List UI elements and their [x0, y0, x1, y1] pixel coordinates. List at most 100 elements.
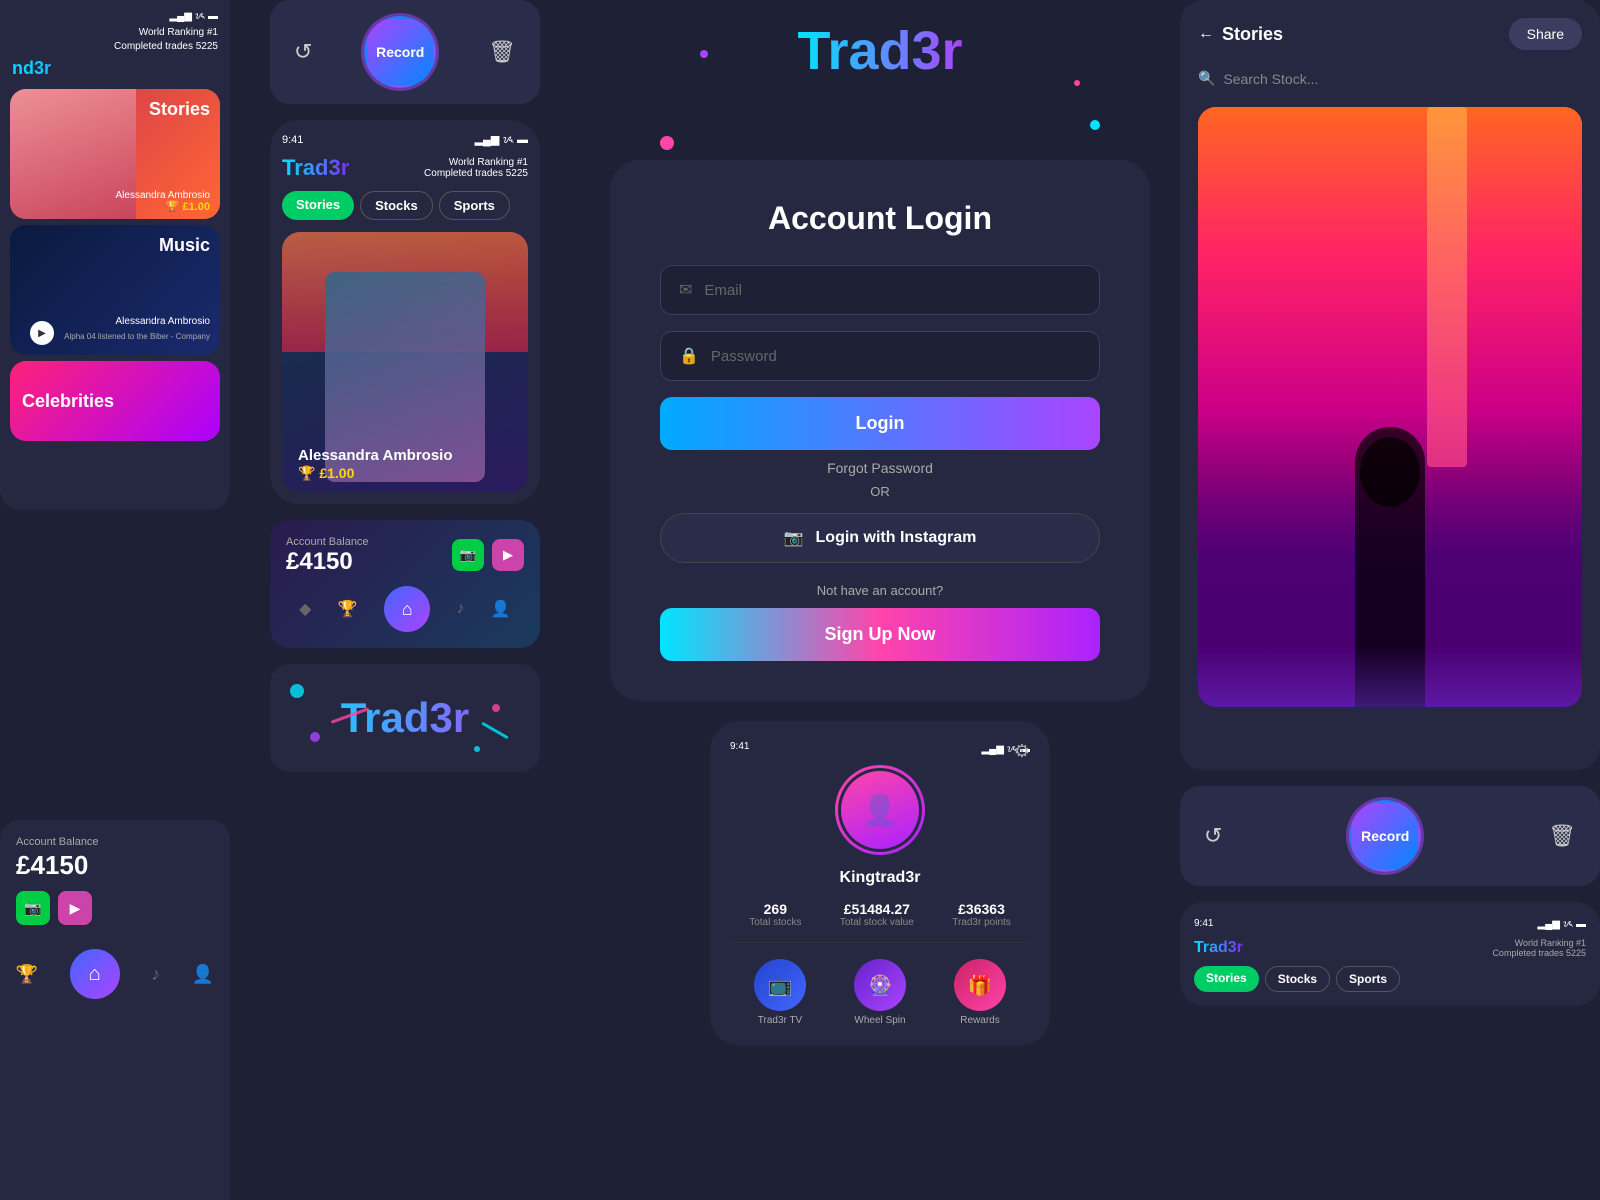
tab-sports-col2[interactable]: Sports	[439, 191, 510, 220]
email-field[interactable]: ✉ Email	[660, 265, 1100, 315]
login-title: Account Login	[660, 200, 1100, 237]
delete-icon[interactable]: 🗑	[488, 39, 516, 65]
username-col3: Kingtrad3r	[730, 869, 1030, 887]
play-icon-bal[interactable]: ▶	[492, 539, 524, 571]
trophy-icon: 🏆	[16, 964, 38, 985]
action-wheel[interactable]: 🎡 Wheel Spin	[854, 959, 906, 1026]
stories-label: Stories	[149, 99, 210, 120]
column-2: ↺ Record 🗑 9:41 ▂▄▆ ᝰ ▬ Trad3r World Ran…	[270, 0, 540, 1200]
profile-panel-col3: 9:41 ▂▄▆ ᝰ ▬ ⚙ 👤 Kingtrad3r 269 Total st…	[710, 721, 1050, 1046]
home-button[interactable]: ⌂	[70, 949, 120, 999]
record-toolbar-col4: ↺ Record 🗑	[1180, 786, 1600, 886]
top-deco-col3: Trad3r	[580, 0, 1180, 180]
signup-button[interactable]: Sign Up Now	[660, 608, 1100, 661]
account-icons-row: 📷 ▶	[0, 891, 230, 941]
search-icon: 🔍	[1198, 70, 1215, 87]
music-label: Music	[159, 235, 210, 256]
account-panel-col1: Account Balance £4150 📷 ▶ 🏆 ⌂ ♪ 👤	[0, 820, 230, 1200]
tab-stories-col2[interactable]: Stories	[282, 191, 354, 220]
lock-icon: 🔒	[679, 346, 699, 366]
stats-row-col3: 269 Total stocks £51484.27 Total stock v…	[730, 901, 1030, 943]
tab-stocks-mp4[interactable]: Stocks	[1265, 966, 1330, 992]
play-button-acct[interactable]: ▶	[58, 891, 92, 925]
celeb-label: Celebrities	[10, 391, 114, 412]
balance-card-col2: Account Balance £4150 📷 ▶ ◆ 🏆 ⌂ ♪ 👤	[270, 520, 540, 648]
back-arrow-icon: ←	[1198, 25, 1214, 43]
tab-sports-mp4[interactable]: Sports	[1336, 966, 1400, 992]
gift-icon: 🎁	[954, 959, 1006, 1011]
tab-stories-mp4[interactable]: Stories	[1194, 966, 1259, 992]
avatar-col3: 👤	[841, 771, 919, 849]
settings-icon[interactable]: ⚙	[1014, 741, 1030, 762]
profile-card-col2: Alessandra Ambrosio 🏆 £1.00	[282, 232, 528, 492]
status-bar-col2: 9:41 ▂▄▆ ᝰ ▬	[282, 132, 528, 147]
camera-button[interactable]: 📷	[16, 891, 50, 925]
actions-row-col3: 📺 Trad3r TV 🎡 Wheel Spin 🎁 Rewards	[730, 959, 1030, 1026]
email-placeholder: Email	[704, 282, 1081, 299]
trophy-icon-bal: 🏆	[338, 599, 358, 619]
email-icon: ✉	[679, 280, 692, 300]
record-button-col2[interactable]: Record	[364, 16, 436, 88]
signal-wifi-battery: ▂▄▆ ᝰ ▬	[475, 132, 528, 147]
brand-mp4: Trad3r	[1194, 939, 1243, 957]
mini-phone-col4: 9:41 ▂▄▆ ᝰ ▬ Trad3r World Ranking #1 Com…	[1180, 902, 1600, 1006]
music-user: Alessandra Ambrosio	[116, 316, 211, 327]
celeb-card-col1[interactable]: Celebrities	[10, 361, 220, 441]
stat-1: £51484.27 Total stock value	[840, 901, 914, 928]
music-card-col1[interactable]: Music Alessandra Ambrosio Alpha 04 liste…	[10, 225, 220, 355]
stat-0: 269 Total stocks	[749, 901, 801, 928]
music-track: Alpha 04 listened to the Biber - Company	[64, 332, 210, 341]
search-bar[interactable]: 🔍 Search Stock...	[1198, 62, 1582, 95]
stories-panel-col4: ← Stories Share 🔍 Search Stock...	[1180, 0, 1600, 770]
status-bar-mp4: 9:41 ▂▄▆ ᝰ ▬	[1194, 916, 1586, 930]
stories-title: Stories	[1222, 24, 1283, 45]
column-1: ▂▄▆ ᝰ ▬ World Ranking #1 Completed trade…	[0, 0, 230, 1200]
bal-nav: ◆ 🏆 ⌂ ♪ 👤	[286, 586, 524, 632]
action-tv[interactable]: 📺 Trad3r TV	[754, 959, 806, 1026]
back-button[interactable]: ← Stories	[1198, 24, 1283, 45]
action-rewards[interactable]: 🎁 Rewards	[954, 959, 1006, 1026]
balance-value: £4150	[0, 850, 230, 891]
tv-icon: 📺	[754, 959, 806, 1011]
signal-mp4: ▂▄▆ ᝰ ▬	[1537, 916, 1586, 930]
column-4: ← Stories Share 🔍 Search Stock...	[1180, 0, 1600, 1200]
tab-stocks-col2[interactable]: Stocks	[360, 191, 433, 220]
profile-price-col2: 🏆 £1.00	[298, 465, 354, 482]
signal-icon: ▂▄▆ ᝰ ▬	[169, 8, 218, 22]
avatar-ring-col3: 👤	[835, 765, 925, 855]
record-button-col4[interactable]: Record	[1349, 800, 1421, 872]
instagram-login-button[interactable]: 📷 Login with Instagram	[660, 513, 1100, 563]
top-brand-col3: Trad3r	[797, 20, 962, 82]
story-image-inner	[1198, 107, 1582, 707]
camera-icon-bal[interactable]: 📷	[452, 539, 484, 571]
home-button-bal[interactable]: ⌂	[384, 586, 430, 632]
balance-label: Account Balance	[0, 820, 230, 850]
wheel-icon: 🎡	[854, 959, 906, 1011]
login-button[interactable]: Login	[660, 397, 1100, 450]
login-panel: Account Login ✉ Email 🔒 Password Login F…	[610, 160, 1150, 701]
world-rank-col1: World Ranking #1 Completed trades 5225	[0, 26, 230, 54]
delete-icon-col4[interactable]: 🗑	[1548, 823, 1576, 849]
play-button[interactable]: ▶	[30, 321, 54, 345]
forgot-password-link[interactable]: Forgot Password	[660, 460, 1100, 476]
avatar-wrap-col3: 👤	[730, 765, 1030, 855]
refresh-icon[interactable]: ↺	[294, 39, 312, 65]
action-tv-label: Trad3r TV	[758, 1015, 802, 1026]
brand-col2: Trad3r	[282, 155, 349, 181]
status-bar-col3: 9:41 ▂▄▆ ᝰ ▬	[730, 741, 1030, 755]
music-icon-bal: ♪	[456, 600, 464, 618]
phone-top-col1: ▂▄▆ ᝰ ▬ World Ranking #1 Completed trade…	[0, 0, 230, 510]
user-icon-bal: 👤	[491, 599, 511, 619]
share-button[interactable]: Share	[1509, 18, 1582, 50]
password-field[interactable]: 🔒 Password	[660, 331, 1100, 381]
refresh-icon-col4[interactable]: ↺	[1204, 823, 1222, 849]
logo-card-col2: Trad3r	[270, 664, 540, 772]
password-placeholder: Password	[711, 348, 1081, 365]
not-have-account-text: Not have an account?	[660, 583, 1100, 598]
instagram-icon: 📷	[784, 528, 804, 548]
stories-card-col1[interactable]: Stories Alessandra Ambrosio 🏆 £1.00	[10, 89, 220, 219]
world-rank-col2: World Ranking #1 Completed trades 5225	[424, 157, 528, 179]
user-icon: 👤	[192, 964, 214, 985]
stories-header: ← Stories Share	[1198, 18, 1582, 50]
phone-col2: 9:41 ▂▄▆ ᝰ ▬ Trad3r World Ranking #1 Com…	[270, 120, 540, 504]
